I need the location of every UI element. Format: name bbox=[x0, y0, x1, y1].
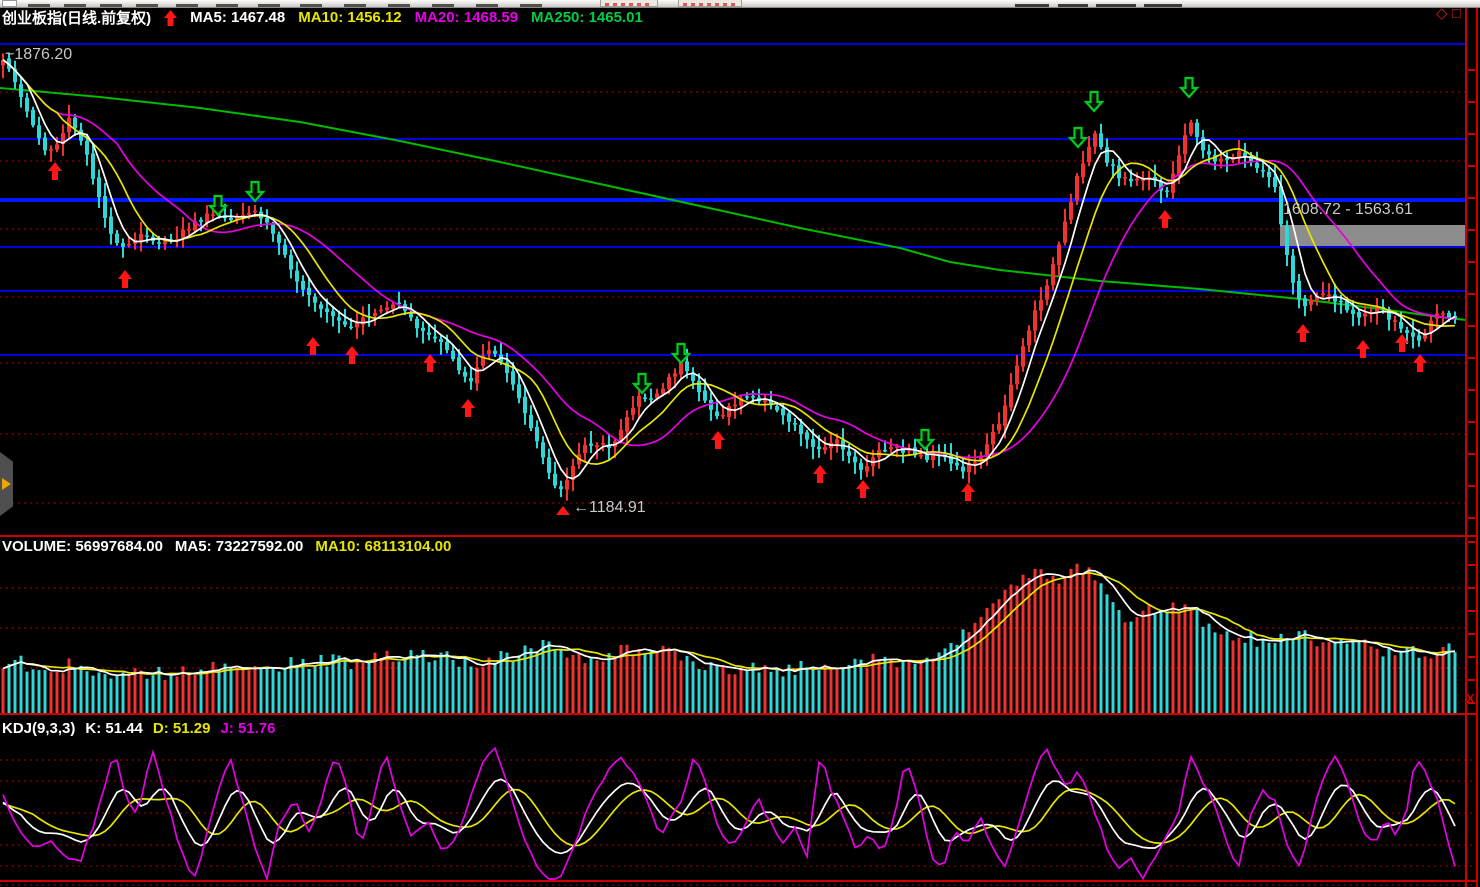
ma10-legend: MA10: 1456.12 bbox=[298, 9, 401, 26]
menu-item-cropped[interactable] bbox=[432, 4, 454, 7]
kdj-j-value: J: 51.76 bbox=[220, 720, 275, 737]
trading-app-window: 创业板指(日线.前复权) MA5: 1467.48 MA10: 1456.12 … bbox=[0, 0, 1480, 887]
ma20-legend: MA20: 1468.59 bbox=[415, 9, 518, 26]
menu-item-cropped[interactable] bbox=[136, 4, 158, 7]
menu-text-cropped bbox=[1058, 4, 1088, 7]
symbol-title: 创业板指(日线.前复权) bbox=[2, 7, 151, 28]
menu-item-cropped[interactable] bbox=[64, 4, 86, 7]
menu-item-cropped[interactable] bbox=[476, 4, 498, 7]
app-icon[interactable] bbox=[2, 0, 17, 7]
volume-ma5: MA5: 73227592.00 bbox=[175, 538, 303, 555]
kdj-title: KDJ(9,3,3) bbox=[2, 720, 75, 737]
diamond-icon[interactable]: ◇ bbox=[1436, 7, 1448, 21]
menu-item-cropped[interactable] bbox=[216, 4, 238, 7]
kdj-k-value: K: 51.44 bbox=[85, 720, 143, 737]
red-text-smudge bbox=[683, 3, 737, 6]
menu-item-cropped[interactable] bbox=[300, 4, 322, 7]
chart-canvas[interactable] bbox=[0, 0, 1480, 887]
expand-arrow-icon bbox=[2, 478, 11, 490]
menu-item-cropped[interactable] bbox=[520, 4, 542, 7]
pane-close-button[interactable]: X bbox=[1466, 691, 1475, 706]
red-text-smudge bbox=[605, 3, 653, 6]
kdj-header: KDJ(9,3,3) K: 51.44 D: 51.29 J: 51.76 bbox=[2, 720, 276, 737]
period-low-label: ←1184.91 bbox=[573, 499, 646, 517]
menu-text-cropped bbox=[1096, 4, 1136, 7]
toolbar-button-red-1[interactable] bbox=[600, 0, 658, 7]
chart-header: 创业板指(日线.前复权) MA5: 1467.48 MA10: 1456.12 … bbox=[2, 8, 643, 27]
menu-item-cropped[interactable] bbox=[28, 4, 50, 7]
menu-item-cropped[interactable] bbox=[388, 4, 410, 7]
menu-item-cropped[interactable] bbox=[344, 4, 366, 7]
menu-item-cropped[interactable] bbox=[176, 4, 198, 7]
price-range-label: 1608.72 - 1563.61 bbox=[1283, 201, 1413, 219]
menu-text-cropped bbox=[1144, 4, 1182, 7]
volume-value: VOLUME: 56997684.00 bbox=[2, 538, 163, 555]
maximize-window-icon[interactable]: □ bbox=[1452, 7, 1461, 21]
period-high-label: ~1876.20 bbox=[5, 46, 72, 64]
ma250-legend: MA250: 1465.01 bbox=[531, 9, 643, 26]
menu-item-cropped[interactable] bbox=[100, 4, 122, 7]
menu-item-cropped[interactable] bbox=[258, 4, 280, 7]
sidebar-expand-handle[interactable] bbox=[0, 452, 13, 516]
volume-ma10: MA10: 68113104.00 bbox=[315, 538, 451, 555]
up-arrow-icon bbox=[164, 10, 177, 26]
menu-bar[interactable] bbox=[0, 0, 1480, 8]
volume-header: VOLUME: 56997684.00 MA5: 73227592.00 MA1… bbox=[2, 538, 451, 555]
ma5-legend: MA5: 1467.48 bbox=[190, 9, 285, 26]
menu-text-cropped bbox=[1015, 4, 1049, 7]
kdj-d-value: D: 51.29 bbox=[153, 720, 211, 737]
toolbar-button-red-2[interactable] bbox=[678, 0, 742, 7]
